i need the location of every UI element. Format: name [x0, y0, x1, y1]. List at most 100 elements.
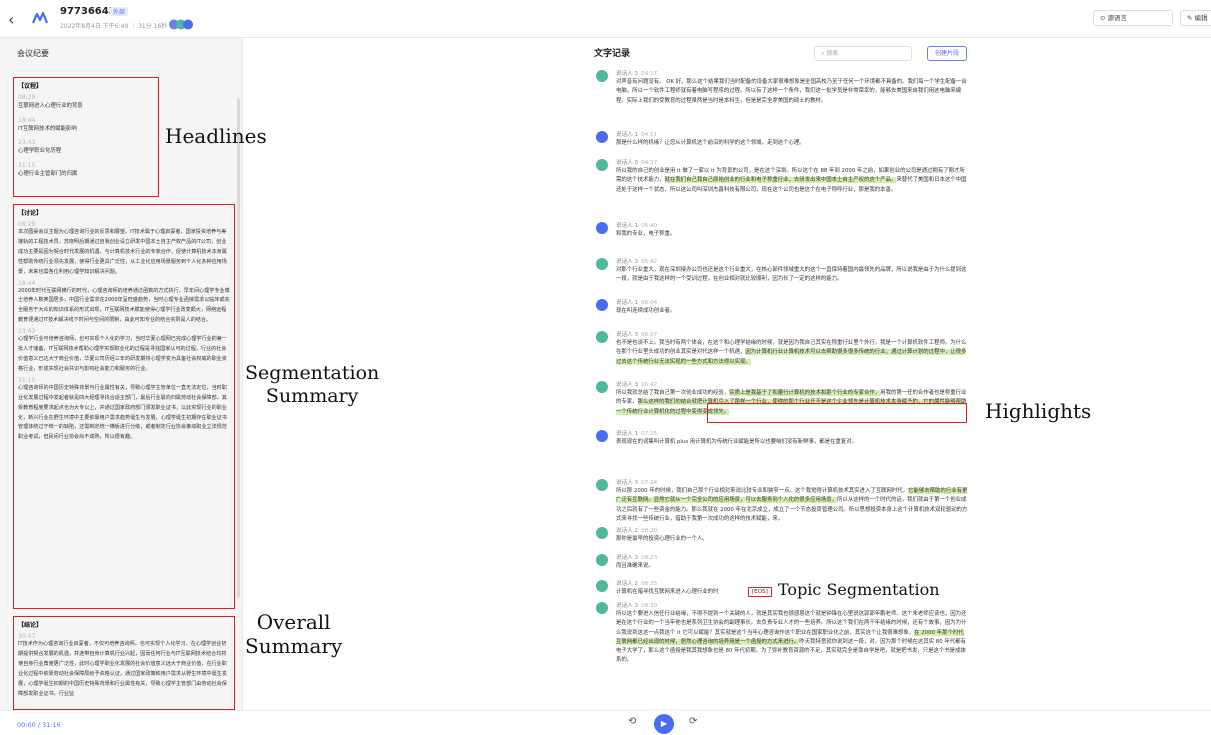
utterance-time[interactable]: 08:23 [641, 555, 657, 561]
speaker-label: 说话人 3 06:07 [616, 330, 657, 338]
forward-icon[interactable]: ⟳ [689, 716, 697, 727]
speaker-name: 说话人 1 [616, 223, 639, 229]
speaker-name: 说话人 3 [616, 480, 639, 486]
speaker-label: 说话人 1 06:04 [616, 298, 657, 306]
utterance-time[interactable]: 07:15 [641, 431, 657, 437]
utterance-text: 对声音有问题没有。 OK 好。那么这个结果我们当时配备的设备大家很难想象是全国高… [616, 78, 968, 106]
utterance-time[interactable]: 08:30 [641, 603, 657, 609]
utterance-time[interactable]: 05:42 [641, 259, 657, 265]
segment-summary: 心理咨询师的中国历史特殊背景与行业属性有关，导致心理学主管单位一直无法定位，当时… [18, 384, 227, 441]
transcript-title: 文字记录 [594, 49, 631, 59]
utterance-time[interactable]: 05:40 [641, 223, 657, 229]
utterance-text: 所以那 2000 年的时候，我们自己那个行业相对来说比较专业和狭窄一点。这个我觉… [616, 487, 968, 524]
overall-annotation: Overall Summary [245, 610, 343, 658]
utterance-time[interactable]: 04:57 [641, 160, 657, 166]
speaker-name: 说话人 1 [616, 431, 639, 437]
transcript-text: 而且准确来说。 [616, 563, 654, 569]
utterance-text: 计算机在暗寻找互联网来进入心理行业的时 [616, 588, 968, 597]
utterance-time[interactable]: 07:24 [641, 480, 657, 486]
speaker-label: 说话人 3 08:30 [616, 601, 657, 609]
speaker-avatar [596, 381, 608, 393]
speaker-avatar [596, 479, 608, 491]
source-language-button[interactable]: ⊙ 源语言 [1093, 10, 1173, 26]
eos-marker: [EOS] [748, 587, 772, 597]
speaker-label: 说话人 3 06:42 [616, 380, 657, 388]
speaker-name: 说话人 1 [616, 132, 639, 138]
speaker-name: 说话人 3 [616, 259, 639, 265]
search-input[interactable]: ⌕ 搜索 [814, 46, 912, 61]
speaker-name: 说话人 3 [616, 603, 639, 609]
agenda-time[interactable]: 08:29 [18, 94, 154, 101]
utterance-text: 现在叫连续成功创业者。 [616, 307, 968, 316]
highlights-annotation: Highlights [985, 399, 1092, 423]
utterance-text: 和我的专业，电子称重。 [616, 230, 968, 239]
utterance-time[interactable]: 06:07 [641, 332, 657, 338]
agenda-time[interactable]: 31:15 [18, 162, 154, 169]
speaker-label: 说话人 1 07:15 [616, 429, 657, 437]
agenda-time[interactable]: 23:43 [18, 139, 154, 146]
speaker-label: 说话人 2 08:20 [616, 526, 657, 534]
highlighted-text: 就在我们自己我自己原始创业的行业和电子称重行业，去研发出来中国本土自主产权的这个… [664, 177, 897, 184]
utterance-time[interactable]: 06:04 [641, 300, 657, 306]
speaker-label: 说话人 2 08:25 [616, 579, 657, 587]
utterance-text: 对那个行业重大，现在深圳接办公司也还是这个行业重大，在核心部件领域重大的这个一直… [616, 266, 968, 285]
utterance-text: 也不是也谈不上。我当时有两个体会，在这个和心理学结缘的时候，就是因为我自己其实在… [616, 339, 968, 367]
segment-time[interactable]: 18:44 [18, 280, 230, 287]
agenda-heading: 【议程】 [18, 83, 43, 90]
utterance-time[interactable]: 06:42 [641, 382, 657, 388]
transcript-panel: 文字记录 ⌕ 搜索 创建片段 说话人 3 04:17 对声音有问题没有。 OK 好。… [594, 38, 974, 710]
utterance-time[interactable]: 04:17 [641, 71, 657, 77]
speaker-name: 说话人 2 [616, 581, 639, 587]
utterance-time[interactable]: 04:51 [641, 132, 657, 138]
agenda-item: 心理学职业化历程 [18, 148, 62, 154]
speaker-name: 说话人 3 [616, 71, 639, 77]
agenda-item: 互联网进入心理行业的背景 [18, 103, 83, 109]
play-button[interactable]: ▶ [654, 714, 674, 734]
speaker-label: 说话人 3 05:42 [616, 257, 657, 265]
speaker-avatar [596, 331, 608, 343]
speaker-avatar [596, 70, 608, 82]
utterance-time[interactable]: 08:20 [641, 528, 657, 534]
utterance-text: 表现现在的词集叫计算机 plus 用计算机为传统行业赋能是所以也要咱们没有新鲜事… [616, 438, 968, 447]
meeting-meta: 2022年8月4日 下午5:49 ｜ 31分 16秒 ｜ [60, 23, 176, 30]
speaker-name: 说话人 3 [616, 160, 639, 166]
speaker-avatar [596, 258, 608, 270]
speaker-avatar [596, 131, 608, 143]
create-clip-button[interactable]: 创建片段 [927, 46, 967, 61]
segment-time[interactable]: 23:43 [18, 328, 230, 335]
utterance-time[interactable]: 08:25 [641, 581, 657, 587]
participant-avatars[interactable] [168, 19, 198, 30]
edit-button[interactable]: ✎ 编辑 [1180, 10, 1211, 26]
speaker-avatar [596, 299, 608, 311]
speaker-name: 说话人 3 [616, 555, 639, 561]
playback-time: 00:00 / 31:16 [17, 721, 61, 729]
transcript-text: 对那个行业重大，现在深圳接办公司也还是这个行业重大，在核心部件领域重大的这个一直… [616, 267, 967, 283]
speaker-avatar [596, 222, 608, 234]
speaker-name: 说话人 2 [616, 528, 639, 534]
agenda-item: 心理行业主管部门的归属 [18, 170, 78, 177]
speaker-name: 说话人 1 [616, 300, 639, 306]
agenda-block: 【议程】 08:29 互联网进入心理行业的背景 18:44 IT互联网技术的赋能… [13, 77, 159, 197]
agenda-time[interactable]: 18:44 [18, 117, 154, 124]
transcript-text: 那你是最早的投资心理行业的一个人。 [616, 536, 708, 542]
conclusion-time[interactable]: 30:47 [18, 633, 230, 640]
utterance-text: 而且准确来说。 [616, 562, 968, 571]
speaker-avatar [596, 527, 608, 539]
speaker-avatar [596, 430, 608, 442]
speaker-avatar [596, 554, 608, 566]
transcript-text: 现在叫连续成功创业者。 [616, 308, 676, 314]
speaker-label: 说话人 3 08:23 [616, 553, 657, 561]
segment-time[interactable]: 31:15 [18, 377, 230, 384]
segment-time[interactable]: 08:29 [18, 221, 230, 228]
speaker-label: 说话人 3 04:57 [616, 158, 657, 166]
back-arrow-icon[interactable]: ‹ [8, 10, 14, 29]
rewind-icon[interactable]: ⟲ [628, 716, 636, 727]
speaker-label: 说话人 3 07:24 [616, 478, 657, 486]
transcript-text: 计算机在暗寻找互联网来进入心理行业的时 [616, 589, 719, 595]
speaker-avatar [596, 159, 608, 171]
speaker-avatar [596, 602, 608, 614]
segment-summary: 心理学行业可培养咨询师，也可实现个人化的学习，当时华夏心理网已完成心理学行业的第… [18, 336, 227, 372]
minutes-scrollbar[interactable] [237, 98, 240, 598]
overall-summary: IT技术作为心理咨询行业启蒙者，不仅可培养咨询师，也可实现个人化学习，在心理学创… [18, 641, 227, 697]
transcript-text: 所以我就总结了我自己第一次创业成功的经验， [616, 390, 730, 396]
